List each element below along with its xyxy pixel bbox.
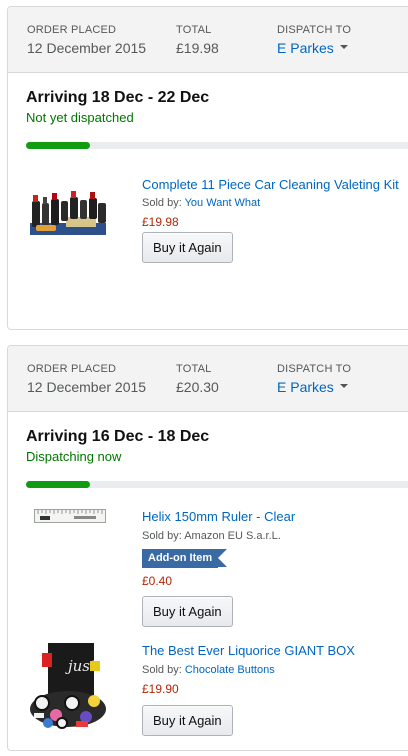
add-on-item-badge: Add-on Item <box>142 549 228 568</box>
seller-link[interactable]: You Want What <box>185 197 261 209</box>
dispatch-to-dropdown[interactable]: E Parkes <box>277 379 351 395</box>
order-card-2: ORDER PLACED 12 December 2015 TOTAL £20.… <box>7 345 408 751</box>
product-title-link[interactable]: Helix 150mm Ruler - Clear <box>142 509 295 524</box>
product-title-link[interactable]: The Best Ever Liquorice GIANT BOX <box>142 643 355 658</box>
buy-again-button[interactable]: Buy it Again <box>142 232 233 263</box>
progress-fill <box>26 142 90 149</box>
order-total-value: £19.98 <box>176 40 219 56</box>
dispatch-to: DISPATCH TO E Parkes <box>277 363 351 395</box>
sold-by: Sold by: Chocolate Buttons <box>142 664 275 676</box>
dispatch-to-dropdown[interactable]: E Parkes <box>277 40 351 56</box>
shipment-status: Not yet dispatched <box>26 110 134 125</box>
order-header: ORDER PLACED 12 December 2015 TOTAL £19.… <box>8 7 408 73</box>
order-placed-date: 12 December 2015 <box>27 379 147 395</box>
order-total-value: £20.30 <box>176 379 219 395</box>
item-price: £19.98 <box>142 215 179 229</box>
dispatch-to-label: DISPATCH TO <box>277 363 352 375</box>
order-total: TOTAL £20.30 <box>176 363 219 395</box>
sold-by: Sold by: Amazon EU S.a.r.L. <box>142 530 281 542</box>
order-placed-label: ORDER PLACED <box>27 363 117 375</box>
sold-by: Sold by: You Want What <box>142 197 260 209</box>
item-price: £19.90 <box>142 682 179 696</box>
order-placed-label: ORDER PLACED <box>27 24 117 36</box>
product-image-ruler[interactable] <box>34 507 106 525</box>
order-total: TOTAL £19.98 <box>176 24 219 56</box>
product-image-liquorice-box[interactable]: just <box>28 639 108 731</box>
item-price: £0.40 <box>142 574 173 588</box>
buy-again-button[interactable]: Buy it Again <box>142 705 233 736</box>
order-total-label: TOTAL <box>176 24 212 36</box>
arriving-date: Arriving 18 Dec - 22 Dec <box>26 89 210 106</box>
buy-again-button[interactable]: Buy it Again <box>142 596 233 627</box>
seller-name: Amazon EU S.a.r.L. <box>184 530 281 542</box>
dispatch-to: DISPATCH TO E Parkes <box>277 24 351 56</box>
progress-fill <box>26 481 90 488</box>
order-header: ORDER PLACED 12 December 2015 TOTAL £20.… <box>8 346 408 412</box>
order-placed-date: 12 December 2015 <box>27 40 147 56</box>
sold-by-label: Sold by: <box>142 530 182 542</box>
dispatch-to-label: DISPATCH TO <box>277 24 352 36</box>
dispatch-to-name: E Parkes <box>277 379 334 395</box>
order-placed: ORDER PLACED 12 December 2015 <box>27 24 146 56</box>
seller-link[interactable]: Chocolate Buttons <box>185 664 275 676</box>
shipment-progress-bar <box>26 142 408 149</box>
arriving-date: Arriving 16 Dec - 18 Dec <box>26 428 210 445</box>
sold-by-label: Sold by: <box>142 197 182 209</box>
dispatch-to-name: E Parkes <box>277 40 334 56</box>
sold-by-label: Sold by: <box>142 664 182 676</box>
chevron-down-icon <box>339 45 348 50</box>
order-total-label: TOTAL <box>176 363 212 375</box>
product-image-car-kit[interactable] <box>28 187 108 239</box>
shipment-status: Dispatching now <box>26 449 122 464</box>
chevron-down-icon <box>339 384 348 389</box>
order-placed: ORDER PLACED 12 December 2015 <box>27 363 146 395</box>
product-title-link[interactable]: Complete 11 Piece Car Cleaning Valeting … <box>142 177 399 192</box>
order-card-1: ORDER PLACED 12 December 2015 TOTAL £19.… <box>7 6 408 330</box>
shipment-progress-bar <box>26 481 408 488</box>
